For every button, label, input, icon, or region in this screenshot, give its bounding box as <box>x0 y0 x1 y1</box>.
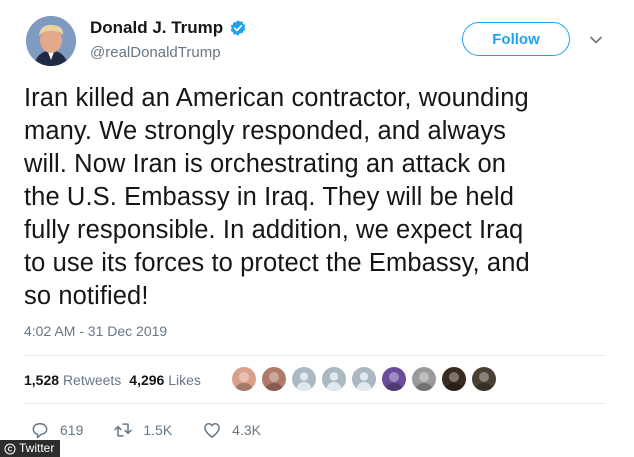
liker-avatar[interactable] <box>232 367 256 391</box>
liker-avatars <box>232 367 502 391</box>
tweet-timestamp[interactable]: 4:02 AM - 31 Dec 2019 <box>24 323 167 339</box>
tweet-stats: 1,528 Retweets 4,296 Likes <box>24 372 209 388</box>
default-avatar-icon <box>326 372 342 391</box>
tweet-line: to use its forces to protect the Embassy… <box>24 249 530 277</box>
retweets-stat[interactable]: 1,528 Retweets <box>24 372 121 388</box>
reply-count: 619 <box>60 422 84 438</box>
likes-stat[interactable]: 4,296 Likes <box>129 372 201 388</box>
twitter-watermark: Twitter <box>0 440 61 457</box>
display-name[interactable]: Donald J. Trump <box>90 18 223 38</box>
liker-avatar[interactable] <box>472 367 496 391</box>
chevron-down-icon[interactable] <box>589 33 603 47</box>
retweet-button[interactable]: 1.5K <box>113 420 172 440</box>
heart-icon <box>204 423 221 438</box>
tweet-line: Iran killed an American contractor, woun… <box>24 84 529 112</box>
liker-avatar[interactable] <box>442 367 466 391</box>
default-avatar-icon <box>296 372 312 391</box>
retweet-count: 1.5K <box>143 422 173 438</box>
tweet-line: the U.S. Embassy in Iraq. They will be h… <box>24 183 514 211</box>
follow-button[interactable]: Follow <box>462 22 570 56</box>
liker-avatar[interactable] <box>412 367 436 391</box>
verified-badge-icon <box>230 20 246 36</box>
reply-button[interactable]: 619 <box>30 420 83 440</box>
reply-icon <box>32 423 48 439</box>
tweet-actions: 619 1.5K 4.3K <box>30 420 291 440</box>
avatar-image <box>26 16 76 66</box>
liker-avatar[interactable] <box>382 367 406 391</box>
avatar-photo-icon <box>475 372 493 391</box>
retweet-icon <box>114 423 133 437</box>
avatar-photo-icon <box>415 372 433 391</box>
avatar-photo-icon <box>235 372 253 391</box>
liker-avatar[interactable] <box>352 367 376 391</box>
liker-avatar[interactable] <box>262 367 286 391</box>
tweet-text: Iran killed an American contractor, woun… <box>24 82 614 313</box>
tweet-line: so notified! <box>24 282 149 310</box>
tweet-line: many. We strongly responded, and always <box>24 117 507 145</box>
like-count: 4.3K <box>232 422 261 438</box>
default-avatar-icon <box>356 372 372 391</box>
tweet-line: will. Now Iran is orchestrating an attac… <box>24 150 507 178</box>
tweet-line: fully responsible. In addition, we expec… <box>24 216 524 244</box>
avatar-photo-icon <box>385 372 403 391</box>
liker-avatar[interactable] <box>292 367 316 391</box>
avatar-photo-icon <box>265 372 283 391</box>
avatar-photo-icon <box>445 372 463 391</box>
profile-avatar[interactable] <box>26 16 76 66</box>
user-handle[interactable]: @realDonaldTrump <box>90 44 221 61</box>
divider <box>24 403 606 404</box>
liker-avatar[interactable] <box>322 367 346 391</box>
divider <box>24 355 606 356</box>
copyright-icon <box>4 443 16 454</box>
like-button[interactable]: 4.3K <box>202 420 261 440</box>
